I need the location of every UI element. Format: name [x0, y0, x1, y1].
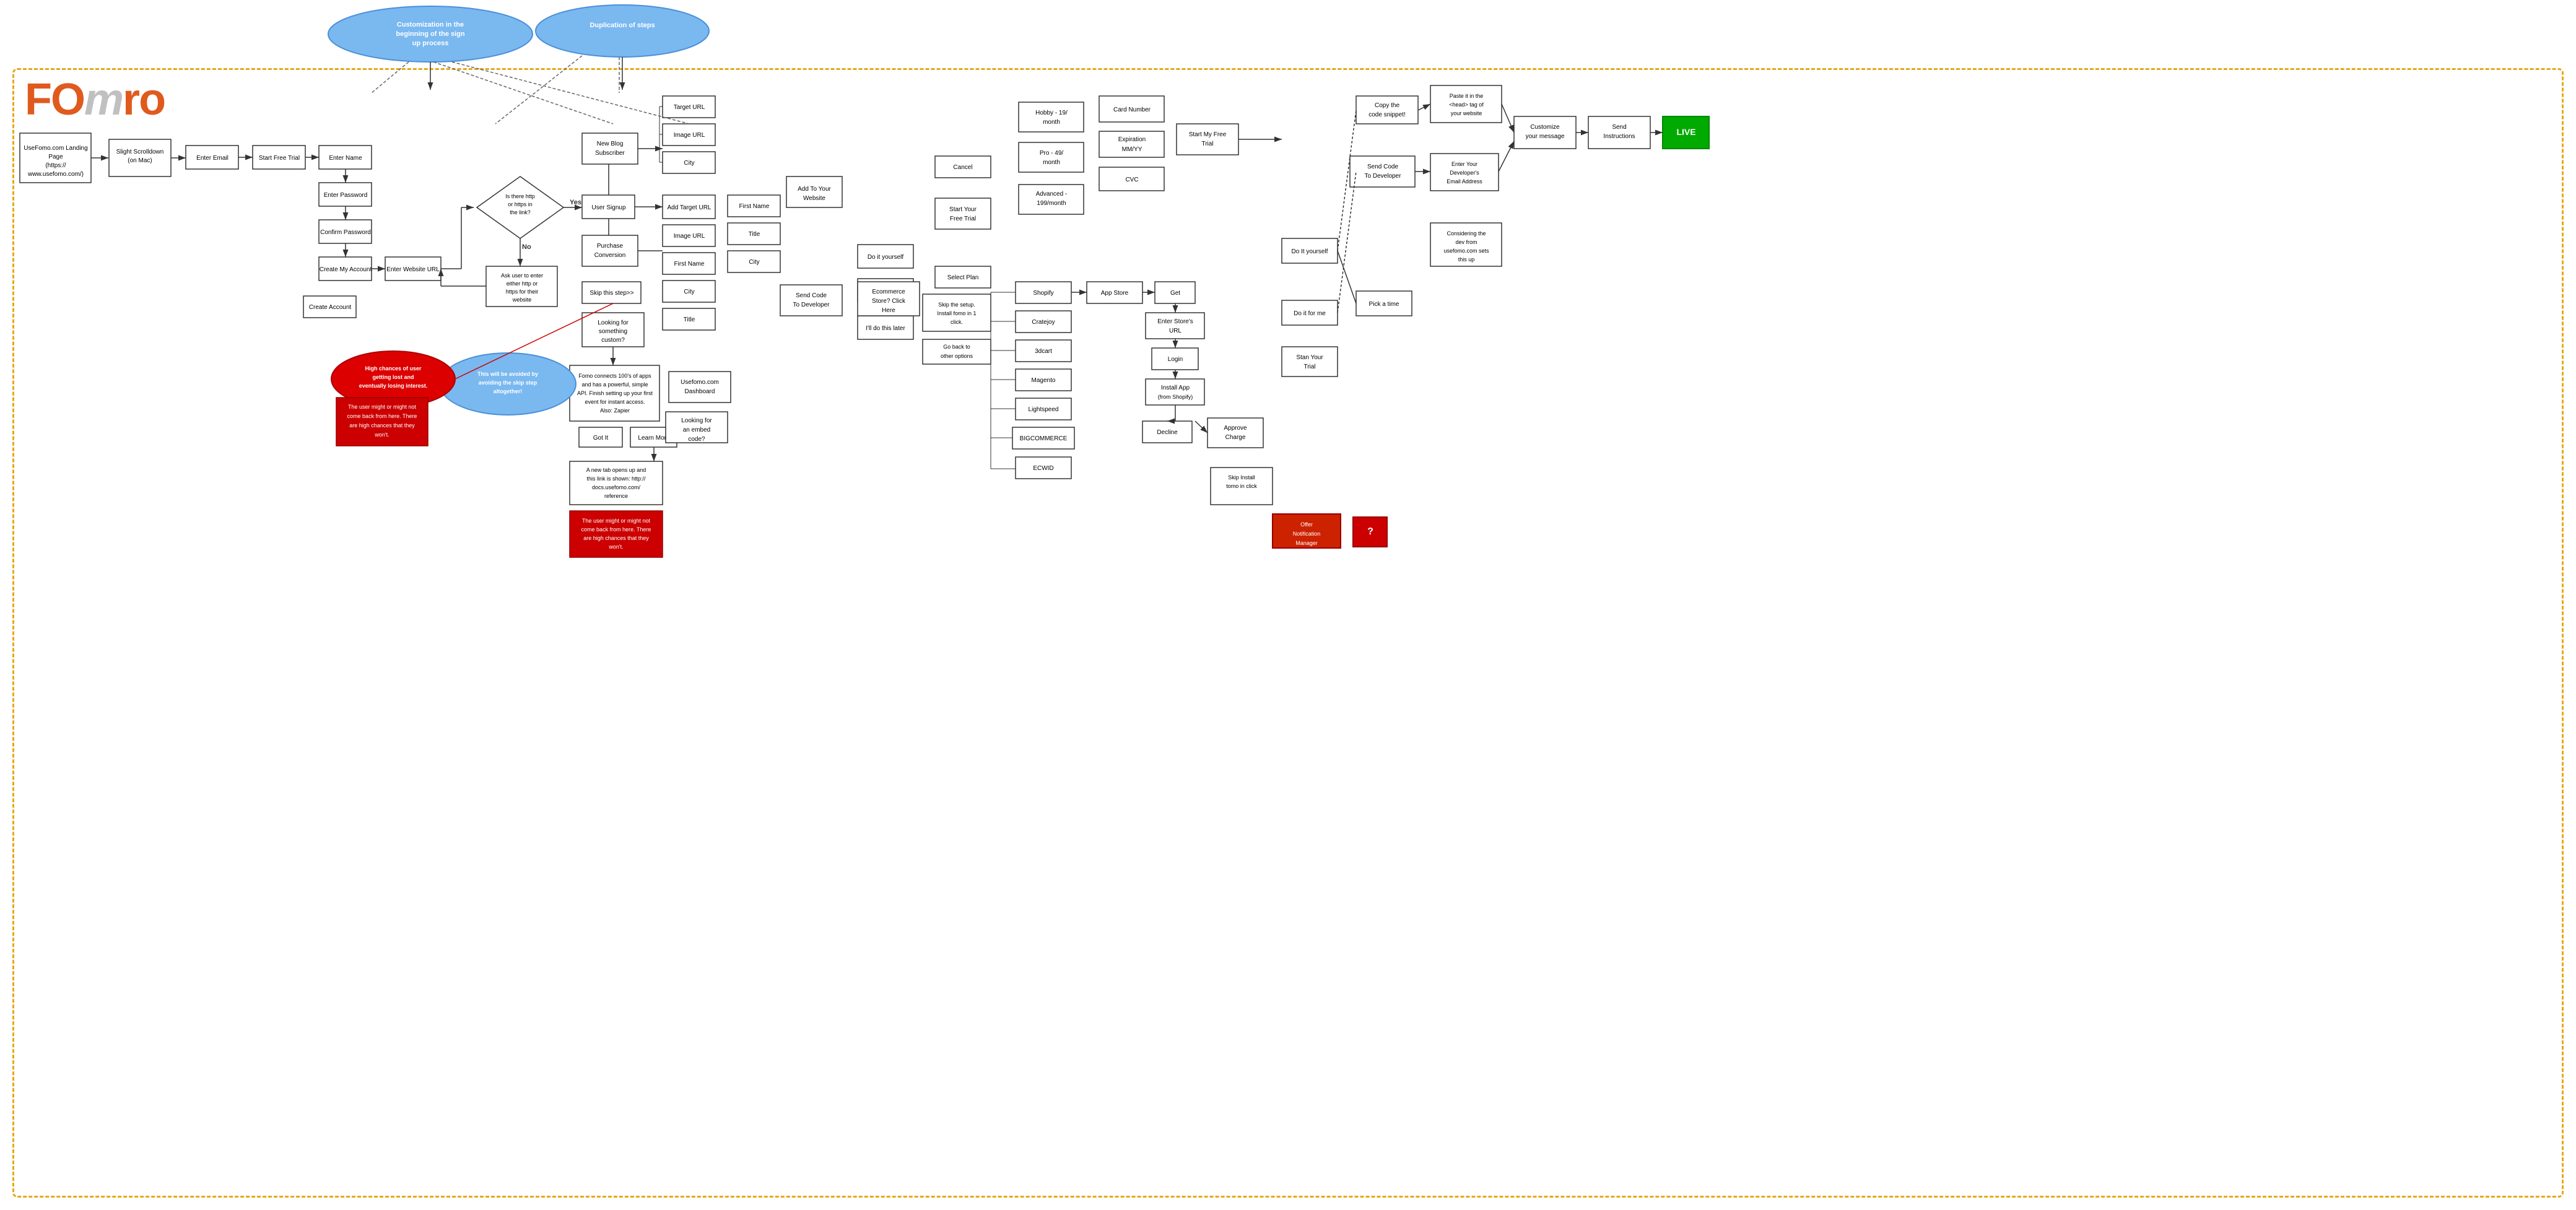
flowchart-canvas: FOmro Customization in the beginning of … — [0, 0, 2576, 1210]
svg-text:beginning of the sign: beginning of the sign — [396, 30, 464, 38]
svg-text:Duplication of steps: Duplication of steps — [590, 22, 655, 29]
main-container — [12, 68, 2564, 1198]
fomo-logo: FOmro — [25, 74, 165, 125]
svg-text:up process: up process — [412, 40, 449, 47]
svg-text:Customization in the: Customization in the — [397, 21, 464, 28]
